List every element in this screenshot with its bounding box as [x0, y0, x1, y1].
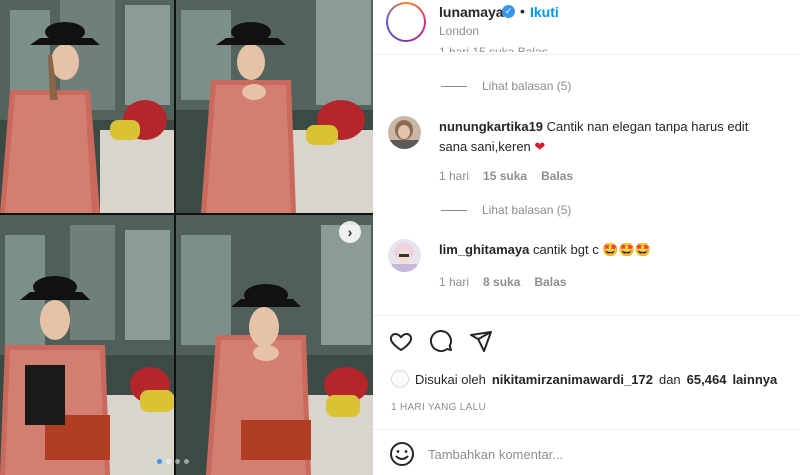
star-struck-emoji-icon: 🤩🤩🤩 — [602, 242, 651, 257]
likes-count[interactable]: 65,464 — [687, 372, 727, 387]
photo-tile-3 — [0, 215, 174, 475]
emoji-icon[interactable] — [389, 441, 415, 467]
avatar[interactable] — [386, 2, 426, 42]
photo-tile-4 — [176, 215, 373, 475]
divider — [373, 429, 800, 430]
comment-text: nunungkartika19 Cantik nan elegan tanpa … — [439, 117, 779, 157]
share-icon[interactable] — [469, 329, 493, 353]
post-header: lunamaya ✓ • Ikuti London 1 hari 15 suka… — [373, 0, 800, 55]
comment-time[interactable]: 1 hari — [439, 169, 469, 183]
reply-button[interactable]: Balas — [541, 169, 573, 183]
comment-body: cantik bgt c — [532, 242, 599, 257]
carousel-dot — [175, 459, 180, 464]
comments-list[interactable]: Lihat balasan (5) nunungkartika19 Cantik… — [373, 55, 800, 315]
post-media[interactable]: › — [0, 0, 373, 475]
avatar[interactable] — [391, 370, 409, 388]
photo-tile-2 — [176, 0, 373, 213]
replies-divider — [441, 86, 467, 87]
comment-username[interactable]: nunungkartika19 — [439, 119, 543, 134]
comment-meta: 1 hari 15 suka Balas — [439, 169, 573, 183]
comment-meta: 1 hari 8 suka Balas — [439, 275, 566, 289]
comment-icon[interactable] — [429, 329, 453, 353]
heart-icon[interactable] — [389, 329, 413, 353]
avatar[interactable] — [388, 239, 421, 272]
heart-emoji-icon: ❤ — [534, 139, 546, 154]
view-replies-link[interactable]: Lihat balasan (5) — [482, 203, 571, 217]
likes-prefix: Disukai oleh — [415, 371, 486, 387]
instagram-post-view: › Lihat balasan (5) nunungkartika19 Cant… — [0, 0, 800, 475]
post-date[interactable]: 1 HARI YANG LALU — [391, 402, 486, 413]
verified-badge-icon: ✓ — [502, 5, 515, 18]
likes-middle: dan — [658, 371, 681, 387]
comment-likes[interactable]: 8 suka — [483, 275, 520, 289]
post-actions — [389, 329, 493, 353]
view-replies-link[interactable]: Lihat balasan (5) — [482, 79, 571, 93]
carousel-dot — [157, 459, 162, 464]
reply-button[interactable]: Balas — [534, 275, 566, 289]
chevron-right-icon: › — [347, 224, 353, 240]
carousel-dot — [166, 459, 171, 464]
follow-button[interactable]: Ikuti — [530, 4, 559, 20]
photo-tile-1 — [0, 0, 174, 213]
likes-summary: Disukai oleh nikitamirzanimawardi_172 da… — [391, 370, 777, 388]
carousel-next-button[interactable]: › — [339, 221, 361, 243]
post-side-panel: Lihat balasan (5) nunungkartika19 Cantik… — [373, 0, 800, 475]
carousel-indicator — [157, 459, 189, 464]
comment-username[interactable]: lim_ghitamaya — [439, 242, 529, 257]
likes-user-link[interactable]: nikitamirzanimawardi_172 — [492, 372, 653, 387]
add-comment-input[interactable] — [428, 443, 768, 465]
divider — [373, 315, 800, 316]
replies-divider — [441, 210, 467, 211]
likes-suffix[interactable]: lainnya — [732, 372, 777, 387]
carousel-dot — [184, 459, 189, 464]
avatar[interactable] — [388, 116, 421, 149]
post-author-username[interactable]: lunamaya — [439, 4, 504, 20]
post-location[interactable]: London — [439, 24, 479, 38]
comment-likes[interactable]: 15 suka — [483, 169, 527, 183]
comment-text: lim_ghitamaya cantik bgt c 🤩🤩🤩 — [439, 240, 779, 260]
comment-time[interactable]: 1 hari — [439, 275, 469, 289]
separator-dot: • — [520, 3, 525, 19]
